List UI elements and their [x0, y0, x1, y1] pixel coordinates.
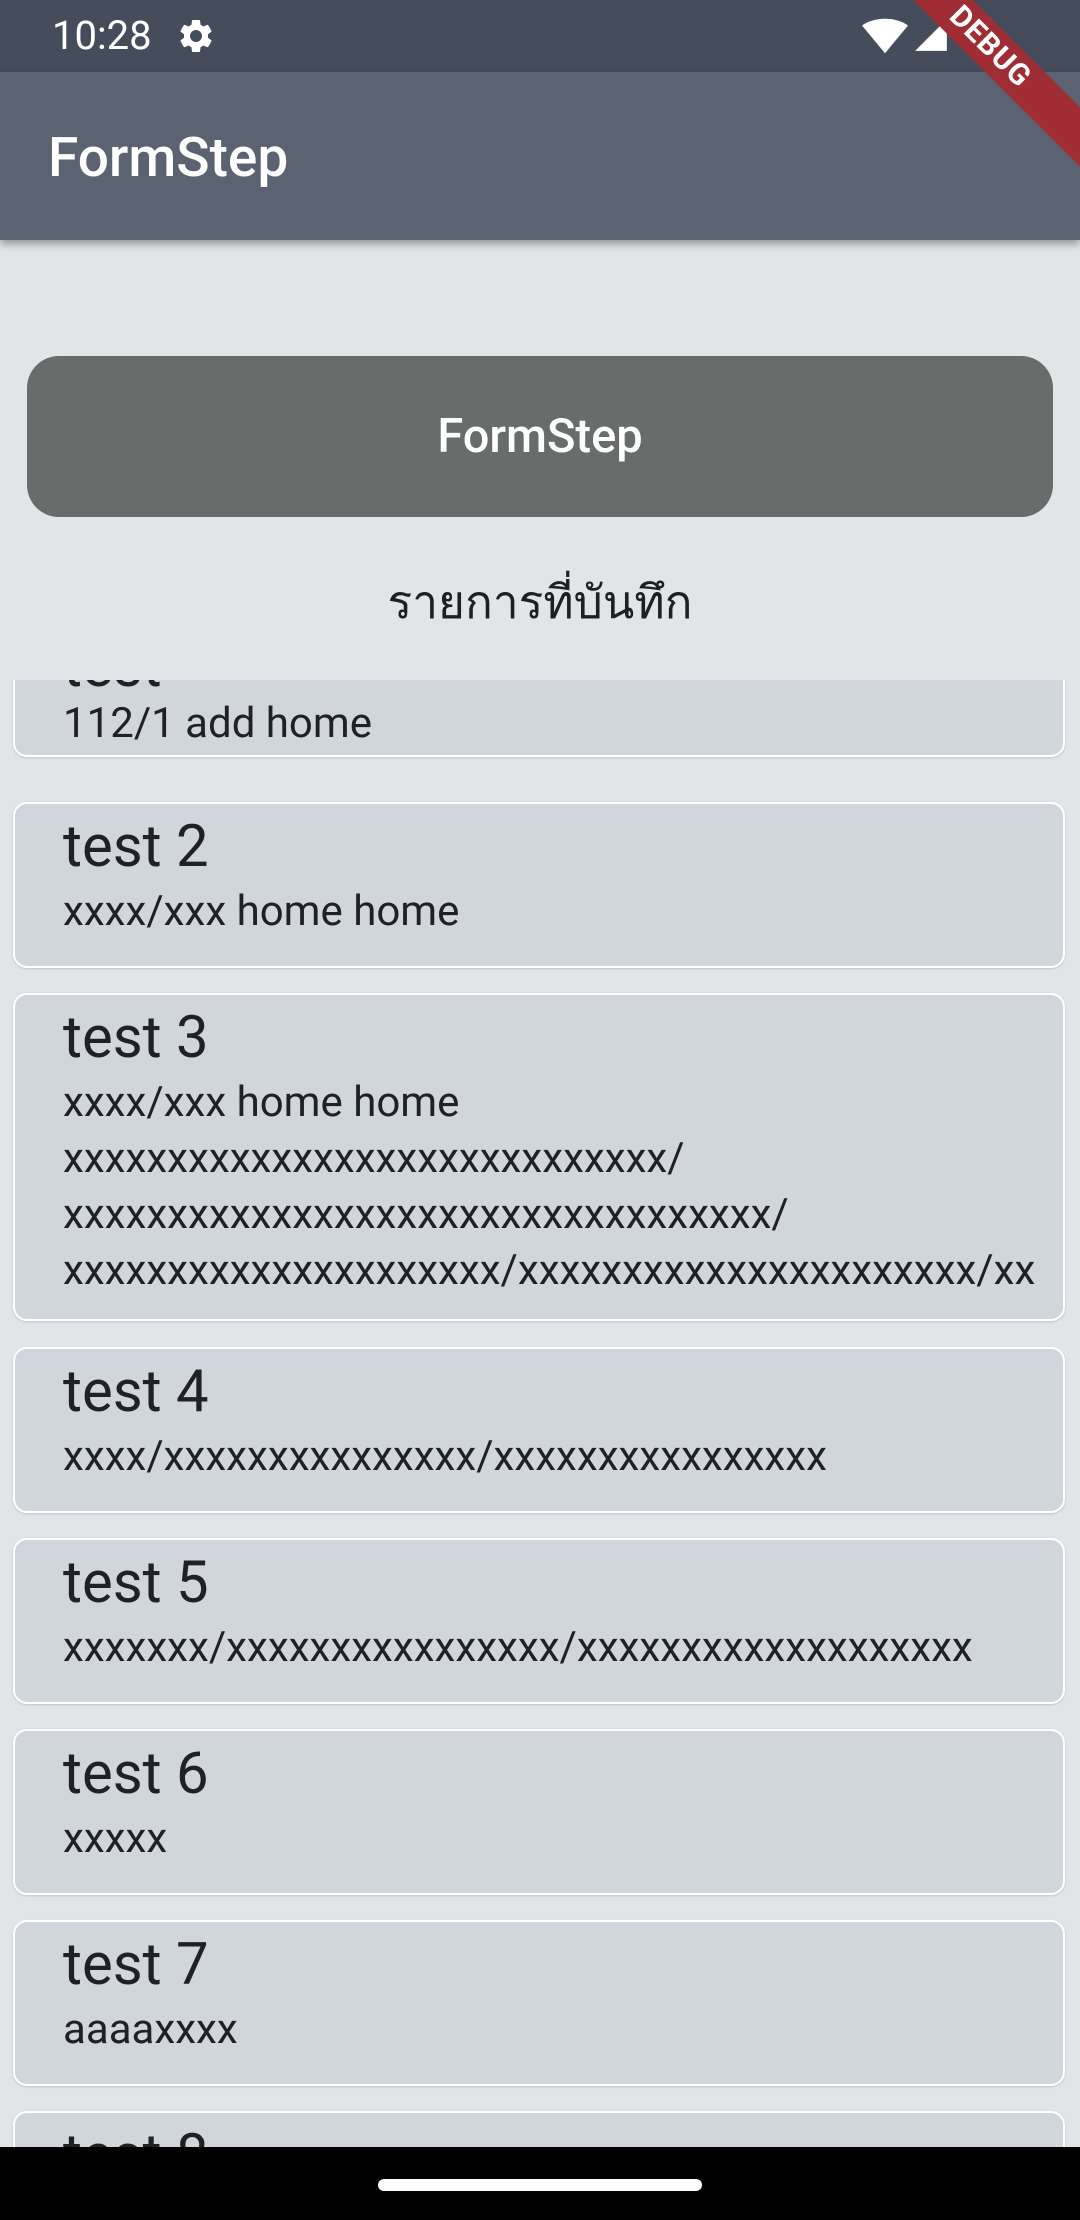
app-bar: FormStep — [0, 72, 1080, 240]
item-address: aaaaxxxx — [63, 2005, 238, 2054]
saved-items-list[interactable]: test 112/1 add home test 2 xxxx/xxx home… — [0, 680, 1080, 2147]
app-bar-title: FormStep — [48, 126, 289, 190]
item-title: test 6 — [63, 1740, 209, 1808]
gear-icon — [180, 19, 212, 52]
item-address: xxxxx — [63, 1814, 168, 1863]
home-gesture-handle[interactable] — [378, 2179, 702, 2191]
item-title: test 5 — [63, 1549, 209, 1617]
item-title: test 8 — [63, 2123, 209, 2147]
item-title: test 4 — [63, 1358, 209, 1426]
navigation-bar — [0, 2147, 1080, 2220]
status-bar: 10:28 — [0, 0, 1080, 72]
item-address: xxxx/xxx home home — [63, 887, 460, 936]
item-title: test 3 — [63, 1004, 209, 1072]
list-item[interactable]: test 8 — [13, 2111, 1065, 2147]
list-item[interactable]: test 4 xxxx/xxxxxxxxxxxxxxx/xxxxxxxxxxxx… — [13, 1347, 1065, 1513]
item-address: xxxx/xxxxxxxxxxxxxxx/xxxxxxxxxxxxxxxx — [63, 1432, 827, 1481]
list-item[interactable]: test 7 aaaaxxxx — [13, 1920, 1065, 2086]
item-address: 112/1 add home — [63, 699, 372, 748]
status-time: 10:28 — [52, 12, 152, 59]
formstep-button[interactable]: FormStep — [27, 356, 1053, 517]
list-item[interactable]: test 3 xxxx/xxx home home xxxxxxxxxxxxxx… — [13, 993, 1065, 1321]
list-item[interactable]: test 112/1 add home — [13, 680, 1065, 757]
list-item[interactable]: test 2 xxxx/xxx home home — [13, 802, 1065, 968]
item-title: test 7 — [63, 1931, 209, 1999]
wifi-icon — [862, 18, 908, 54]
item-title: test 2 — [63, 813, 209, 881]
list-item[interactable]: test 6 xxxxx — [13, 1729, 1065, 1895]
item-address: xxxxxxx/xxxxxxxxxxxxxxxx/xxxxxxxxxxxxxxx… — [63, 1623, 973, 1672]
saved-list-heading: รายการที่บันทึก — [387, 576, 693, 630]
item-address: xxxx/xxx home home xxxxxxxxxxxxxxxxxxxxx… — [63, 1078, 1036, 1295]
list-item[interactable]: test 5 xxxxxxx/xxxxxxxxxxxxxxxx/xxxxxxxx… — [13, 1538, 1065, 1704]
